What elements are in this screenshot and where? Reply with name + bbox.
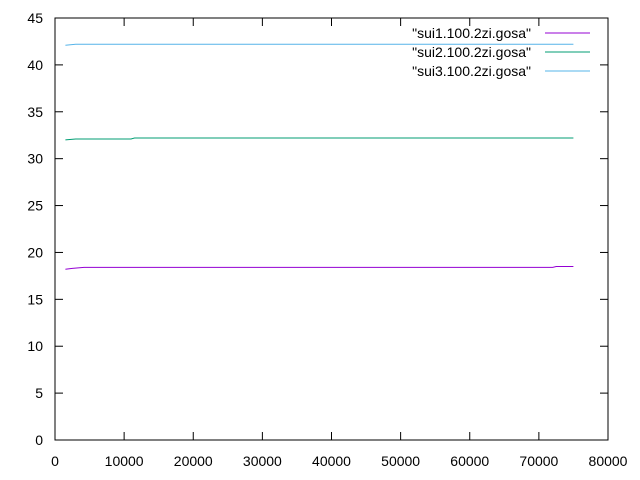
y-tick-label: 40 [27,57,43,73]
x-tick-label: 60000 [450,453,489,469]
y-tick-label: 45 [27,10,43,26]
series-line-1 [65,266,574,270]
y-tick-label: 0 [35,432,43,448]
x-tick-label: 20000 [174,453,213,469]
y-tick-label: 5 [35,385,43,401]
y-tick-label: 30 [27,151,43,167]
legend-label-2: "sui2.100.2zi.gosa" [412,44,531,60]
plot-frame [54,17,609,441]
line-chart: 0 10000 20000 30000 40000 50000 60000 70000 8000… [27,10,627,469]
x-tick-label: 30000 [243,453,282,469]
x-tick-label: 50000 [381,453,420,469]
x-tick-label: 10000 [105,453,144,469]
legend: "sui1.100.2zi.gosa" "sui2.100.2zi.gosa" "s… [412,25,590,79]
axes-layer: 0 10000 20000 30000 40000 50000 60000 70000 8000… [27,10,627,469]
y-tick-label: 20 [27,244,43,260]
y-tick-label: 35 [27,104,43,120]
y-tick-label: 10 [27,338,43,354]
y-tick-label: 15 [27,291,43,307]
x-tick-label: 70000 [519,453,558,469]
x-tick-label: 40000 [312,453,351,469]
series-line-2 [65,137,574,141]
legend-label-3: "sui3.100.2zi.gosa" [412,63,531,79]
y-tick-label: 25 [27,198,43,214]
x-tick-label: 80000 [589,453,628,469]
x-tick-label: 0 [51,453,59,469]
legend-label-1: "sui1.100.2zi.gosa" [412,25,531,41]
